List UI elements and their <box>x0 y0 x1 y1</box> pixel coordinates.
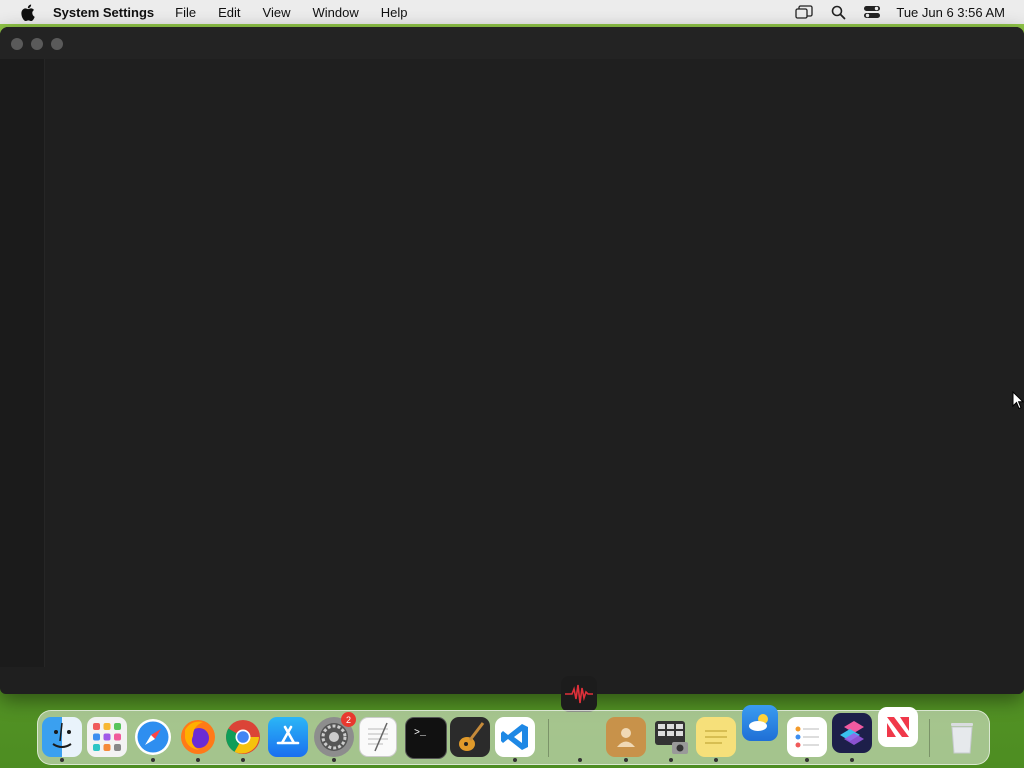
menu-help[interactable]: Help <box>381 5 408 20</box>
zoom-window-button[interactable] <box>51 38 63 50</box>
running-indicator <box>151 758 155 762</box>
weather-icon[interactable] <box>742 705 778 741</box>
running-indicator <box>578 758 582 762</box>
audio-waveform-icon[interactable] <box>561 676 597 712</box>
window-titlebar[interactable] <box>0 27 1024 59</box>
menu-bar-clock[interactable]: Tue Jun 6 3:56 AM <box>896 5 1005 20</box>
menu-edit[interactable]: Edit <box>218 5 240 20</box>
menu-window[interactable]: Window <box>312 5 358 20</box>
dock-separator <box>548 719 549 757</box>
chrome-icon[interactable] <box>223 717 263 757</box>
finder-icon[interactable] <box>42 717 82 757</box>
screen-mirroring-icon[interactable] <box>794 4 814 20</box>
close-window-button[interactable] <box>11 38 23 50</box>
running-indicator <box>850 758 854 762</box>
app-store-icon[interactable] <box>268 717 308 757</box>
running-indicator <box>624 758 628 762</box>
control-center-icon[interactable] <box>862 4 882 20</box>
spotlight-search-icon[interactable] <box>828 4 848 20</box>
menu-bar: System Settings File Edit View Window He… <box>0 0 1024 24</box>
svg-text:>_: >_ <box>414 728 427 739</box>
running-indicator <box>805 758 809 762</box>
running-indicator <box>196 758 200 762</box>
image-capture-icon[interactable] <box>651 717 691 757</box>
launchpad-icon[interactable] <box>87 717 127 757</box>
stickies-icon[interactable] <box>696 717 736 757</box>
status-area: Tue Jun 6 3:56 AM <box>780 0 1005 24</box>
running-indicator <box>714 758 718 762</box>
firefox-icon[interactable] <box>178 717 218 757</box>
running-indicator <box>513 758 517 762</box>
app-menu[interactable]: System Settings <box>53 5 154 20</box>
textedit-icon[interactable] <box>359 717 397 757</box>
news-icon[interactable] <box>878 707 918 747</box>
apple-menu-icon[interactable] <box>19 4 35 21</box>
menu-view[interactable]: View <box>263 5 291 20</box>
running-indicator <box>60 758 64 762</box>
system-settings-window <box>0 27 1024 694</box>
mouse-pointer-icon <box>1012 390 1024 411</box>
trash-icon[interactable] <box>942 717 982 757</box>
garageband-icon[interactable] <box>450 717 490 757</box>
vscode-icon[interactable] <box>495 717 535 757</box>
contacts-icon[interactable] <box>606 717 646 757</box>
safari-icon[interactable] <box>133 717 173 757</box>
minimize-window-button[interactable] <box>31 38 43 50</box>
running-indicator <box>669 758 673 762</box>
shortcuts-icon[interactable] <box>832 713 872 753</box>
reminders-icon[interactable] <box>787 717 827 757</box>
running-indicator <box>241 758 245 762</box>
running-indicator <box>332 758 336 762</box>
window-sidebar <box>0 59 45 667</box>
notification-badge: 2 <box>341 712 356 727</box>
menu-file[interactable]: File <box>175 5 196 20</box>
dock: 2 >_ <box>37 705 990 765</box>
window-content-area <box>45 59 1024 694</box>
dock-separator <box>929 719 930 757</box>
terminal-icon[interactable]: >_ <box>405 717 447 759</box>
